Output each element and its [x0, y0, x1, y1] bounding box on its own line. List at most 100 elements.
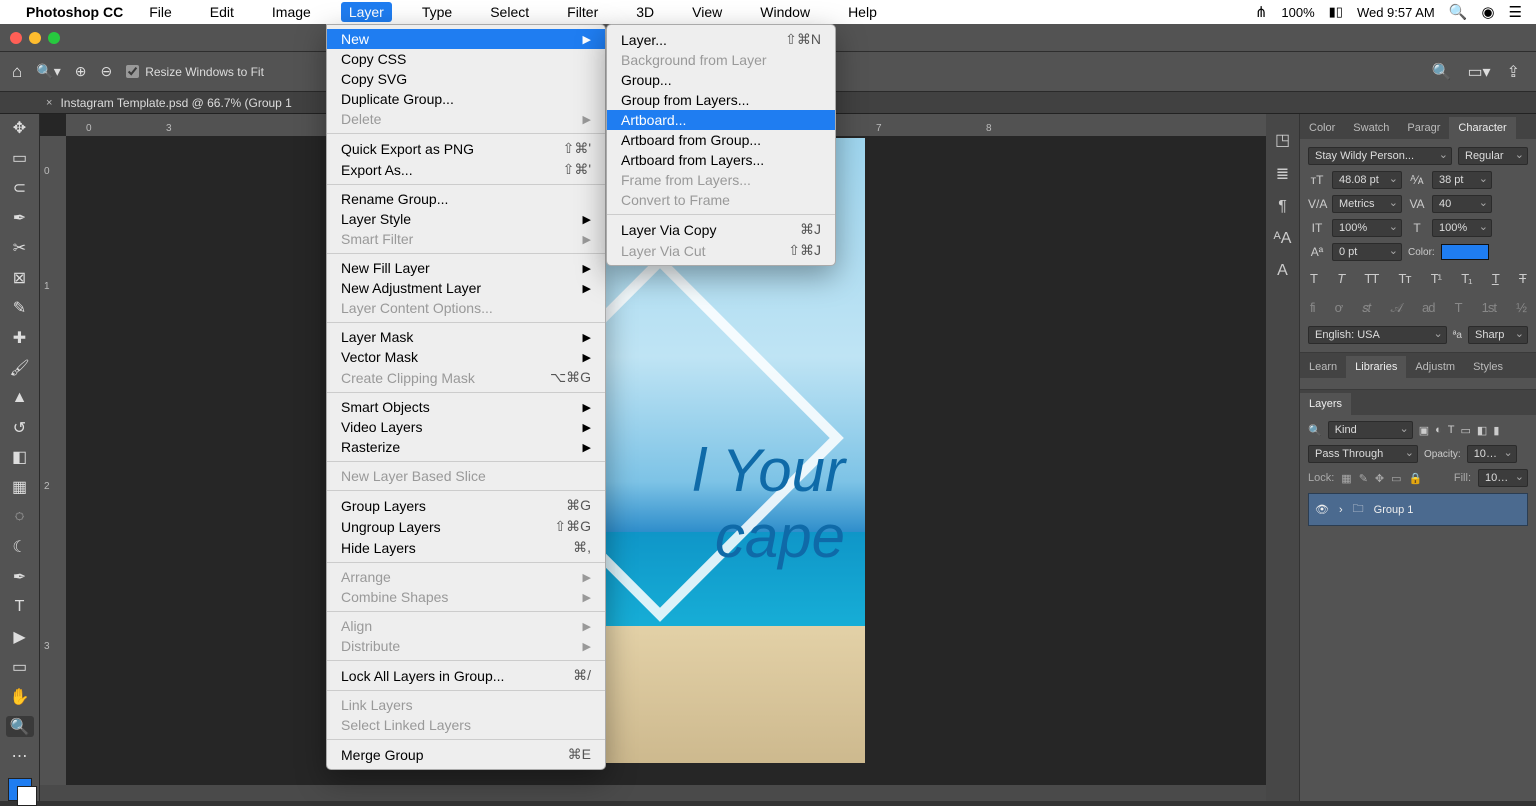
superscript-button[interactable]: T¹	[1431, 271, 1441, 286]
layer-menu-item-copy-svg[interactable]: Copy SVG	[327, 69, 605, 89]
ordinals-button[interactable]: ad	[1422, 300, 1434, 316]
filter-shape-icon[interactable]: ▭	[1461, 424, 1471, 437]
layer-menu-item-duplicate-group[interactable]: Duplicate Group...	[327, 89, 605, 109]
more-tools-icon[interactable]: ⋯	[6, 746, 34, 767]
new-submenu-item-layer-via-copy[interactable]: Layer Via Copy⌘J	[607, 219, 835, 240]
lock-artboard-icon[interactable]: ▭	[1391, 472, 1401, 485]
menu-edit[interactable]: Edit	[202, 2, 242, 22]
new-submenu-item-layer[interactable]: Layer...⇧⌘N	[607, 29, 835, 50]
underline-button[interactable]: T	[1492, 271, 1499, 286]
properties-panel-icon[interactable]: ≣	[1276, 164, 1289, 184]
new-submenu-item-group-from-layers[interactable]: Group from Layers...	[607, 90, 835, 110]
font-family-select[interactable]: Stay Wildy Person...	[1308, 147, 1452, 165]
document-tab-title[interactable]: Instagram Template.psd @ 66.7% (Group 1	[60, 96, 291, 110]
paragraph-panel-icon[interactable]: ¶	[1278, 198, 1287, 216]
tab-swatches[interactable]: Swatch	[1344, 117, 1398, 139]
workspace-layout-icon[interactable]: ▭▾	[1467, 62, 1490, 82]
spotlight-icon[interactable]: 🔍	[1449, 3, 1468, 21]
titling-button[interactable]: T	[1455, 300, 1462, 316]
tab-paragraph[interactable]: Paragr	[1398, 117, 1449, 139]
layer-menu-item-new-adjustment-layer[interactable]: New Adjustment Layer▶	[327, 278, 605, 298]
blend-mode-select[interactable]: Pass Through	[1308, 445, 1418, 463]
close-window-button[interactable]	[10, 32, 22, 44]
menu-filter[interactable]: Filter	[559, 2, 606, 22]
layer-name[interactable]: Group 1	[1374, 504, 1414, 516]
layer-menu-item-export-as[interactable]: Export As...⇧⌘'	[327, 159, 605, 180]
new-submenu-item-group[interactable]: Group...	[607, 70, 835, 90]
layer-menu-item-vector-mask[interactable]: Vector Mask▶	[327, 347, 605, 367]
search-icon[interactable]: 🔍	[1432, 62, 1452, 82]
strike-button[interactable]: T	[1519, 271, 1526, 286]
antialias-select[interactable]: Sharp	[1468, 326, 1528, 344]
stylistic-button[interactable]: 𝑠𝑡	[1362, 300, 1370, 316]
lock-pixels-icon[interactable]: ✎	[1359, 472, 1368, 485]
siri-icon[interactable]: ◉	[1481, 3, 1494, 21]
filter-smart-icon[interactable]: ◧	[1477, 424, 1487, 437]
zoom-in-icon[interactable]: ⊕	[75, 63, 87, 80]
tab-color[interactable]: Color	[1300, 117, 1344, 139]
layer-menu-item-rasterize[interactable]: Rasterize▶	[327, 437, 605, 457]
layer-menu-item-lock-all-layers-in-group[interactable]: Lock All Layers in Group...⌘/	[327, 665, 605, 686]
leading-select[interactable]: 38 pt	[1432, 171, 1492, 189]
bold-button[interactable]: T	[1310, 271, 1317, 286]
history-panel-icon[interactable]: ◳	[1275, 130, 1290, 150]
zoom-tool-icon[interactable]: 🔍▾	[36, 63, 60, 80]
fractions-button[interactable]: 1st	[1482, 300, 1496, 316]
filter-toggle-icon[interactable]: ▮	[1493, 424, 1499, 437]
dodge-tool-icon[interactable]: ☾	[6, 537, 34, 558]
type-tool-icon[interactable]: T	[6, 597, 34, 618]
menu-type[interactable]: Type	[414, 2, 460, 22]
text-color-swatch[interactable]	[1441, 244, 1489, 260]
layer-menu-item-new-fill-layer[interactable]: New Fill Layer▶	[327, 258, 605, 278]
layer-menu-item-copy-css[interactable]: Copy CSS	[327, 49, 605, 69]
pen-tool-icon[interactable]: ✒	[6, 567, 34, 588]
lock-all-icon[interactable]: 🔒	[1409, 472, 1423, 485]
italic-button[interactable]: T	[1337, 271, 1344, 286]
filter-type-icon[interactable]: T	[1448, 424, 1455, 436]
smallcaps-button[interactable]: Tᴛ	[1399, 271, 1411, 286]
menu-3d[interactable]: 3D	[628, 2, 662, 22]
marquee-tool-icon[interactable]: ▭	[6, 148, 34, 169]
tab-libraries[interactable]: Libraries	[1346, 356, 1406, 378]
zoom-out-icon[interactable]: ⊖	[100, 63, 112, 80]
lock-transparency-icon[interactable]: ▦	[1341, 472, 1351, 485]
minimize-window-button[interactable]	[29, 32, 41, 44]
foreground-background-swatch[interactable]	[8, 778, 32, 801]
layer-menu-item-ungroup-layers[interactable]: Ungroup Layers⇧⌘G	[327, 516, 605, 537]
vscale-select[interactable]: 100%	[1332, 219, 1402, 237]
menu-layer[interactable]: Layer	[341, 2, 392, 22]
menu-file[interactable]: File	[141, 2, 180, 22]
new-submenu-item-artboard-from-layers[interactable]: Artboard from Layers...	[607, 150, 835, 170]
allcaps-button[interactable]: TT	[1364, 271, 1378, 286]
zoom-tool-selected-icon[interactable]: 🔍	[6, 716, 34, 737]
layer-row-group1[interactable]: 👁 › 🗀 Group 1	[1308, 493, 1528, 526]
menu-view[interactable]: View	[684, 2, 730, 22]
fill-select[interactable]: 100%	[1478, 469, 1528, 487]
new-submenu-item-artboard-from-group[interactable]: Artboard from Group...	[607, 130, 835, 150]
subscript-button[interactable]: T₁	[1461, 271, 1471, 286]
font-style-select[interactable]: Regular	[1458, 147, 1528, 165]
move-tool-icon[interactable]: ✥	[6, 118, 34, 139]
stamp-tool-icon[interactable]: ▲	[6, 387, 34, 408]
language-select[interactable]: English: USA	[1308, 326, 1447, 344]
menu-image[interactable]: Image	[264, 2, 319, 22]
filter-pixel-icon[interactable]: ▣	[1419, 424, 1429, 437]
lasso-tool-icon[interactable]: ⊂	[6, 178, 34, 199]
visibility-toggle-icon[interactable]: 👁	[1315, 503, 1329, 516]
quick-select-tool-icon[interactable]: ✒	[6, 208, 34, 229]
hand-tool-icon[interactable]: ✋	[6, 686, 34, 707]
kerning-select[interactable]: Metrics	[1332, 195, 1402, 213]
close-tab-icon[interactable]: ×	[46, 97, 52, 109]
opacity-select[interactable]: 100%	[1467, 445, 1517, 463]
tab-adjustments[interactable]: Adjustm	[1406, 356, 1464, 378]
gradient-tool-icon[interactable]: ▦	[6, 477, 34, 498]
app-name[interactable]: Photoshop CC	[26, 4, 123, 20]
menu-select[interactable]: Select	[482, 2, 537, 22]
half-button[interactable]: ½	[1516, 300, 1526, 316]
blur-tool-icon[interactable]: ◌	[6, 507, 34, 528]
share-icon[interactable]: ⇪	[1507, 62, 1520, 82]
notification-center-icon[interactable]: ☰	[1509, 3, 1522, 21]
shape-tool-icon[interactable]: ▭	[6, 656, 34, 677]
kind-filter-icon[interactable]: 🔍	[1308, 424, 1322, 437]
healing-tool-icon[interactable]: ✚	[6, 327, 34, 348]
